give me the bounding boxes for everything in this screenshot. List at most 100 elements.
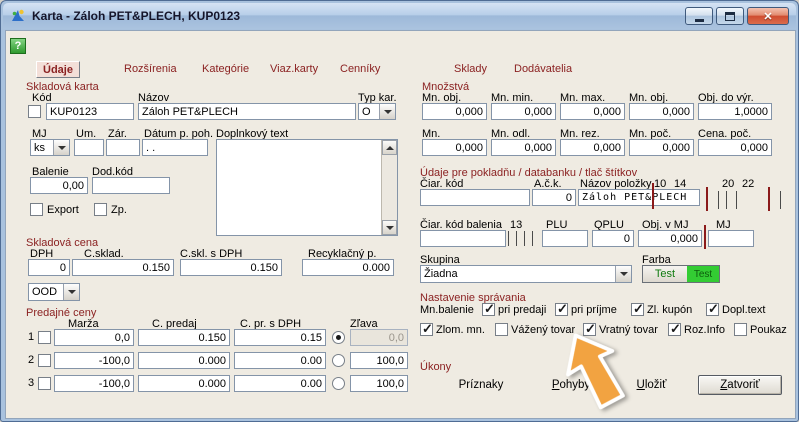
doplnkovy-text-scrollbar[interactable] xyxy=(381,140,397,235)
zlava-field-2[interactable]: 100,0 xyxy=(350,352,408,369)
tab-udaje[interactable]: Údaje xyxy=(36,61,80,78)
qplu-field[interactable]: 0 xyxy=(592,230,634,247)
typ-kar-dropdown-button[interactable] xyxy=(379,104,395,119)
kod-checkbox[interactable] xyxy=(28,105,41,118)
marza-field-2[interactable]: -100,0 xyxy=(54,352,134,369)
zp-checkbox[interactable] xyxy=(94,203,107,216)
obj-v-mj-field[interactable]: 0,000 xyxy=(638,230,702,247)
ood-value: OOD xyxy=(32,286,57,298)
dopl-text-checkbox[interactable] xyxy=(706,303,719,316)
mn-max-field[interactable]: 0,000 xyxy=(560,103,625,120)
price-row-radio[interactable] xyxy=(332,377,345,390)
mn-obj2-field[interactable]: 0,000 xyxy=(629,103,694,120)
barcode-ruler-tick xyxy=(726,191,727,209)
export-checkbox[interactable] xyxy=(30,203,43,216)
pri-prijme-checkbox[interactable] xyxy=(555,303,568,316)
help-button[interactable]: ? xyxy=(10,38,26,54)
barcode-ruler-tick xyxy=(652,183,654,209)
doplnkovy-text-area[interactable] xyxy=(216,139,398,236)
zl-kupon-checkbox[interactable] xyxy=(631,303,644,316)
tab-dodavatelia[interactable]: Dodávatelia xyxy=(508,61,578,78)
mn-field[interactable]: 0,000 xyxy=(422,139,487,156)
mn-poc-field[interactable]: 0,000 xyxy=(629,139,694,156)
price-row-checkbox[interactable] xyxy=(38,354,51,367)
datum-field[interactable]: . . xyxy=(142,139,208,156)
skupina-combo[interactable]: Žiadna xyxy=(420,265,632,283)
minimize-button[interactable] xyxy=(685,7,713,25)
zlom-mn-checkbox[interactable] xyxy=(420,323,433,336)
chevron-down-icon xyxy=(620,272,628,276)
poukaz-label: Poukaz xyxy=(750,324,787,336)
maximize-button[interactable] xyxy=(716,7,744,25)
price-row-checkbox[interactable] xyxy=(38,331,51,344)
mn-odl-field[interactable]: 0,000 xyxy=(491,139,556,156)
marza-field-3[interactable]: -100,0 xyxy=(54,375,134,392)
vazeny-tovar-checkbox[interactable] xyxy=(495,323,508,336)
maximize-icon xyxy=(725,12,735,21)
price-row-radio[interactable] xyxy=(332,354,345,367)
obj-do-vyr-field[interactable]: 1,0000 xyxy=(698,103,772,120)
ood-combo[interactable]: OOD xyxy=(28,283,80,301)
roz-info-label: Roz.Info xyxy=(684,324,725,336)
price-row-checkbox[interactable] xyxy=(38,377,51,390)
price-row-number: 2 xyxy=(28,354,34,366)
client-area: ? Údaje Rozšírenia Kategórie Viaz.karty … xyxy=(5,30,796,419)
c-predaj-field-2[interactable]: 0.000 xyxy=(138,352,230,369)
c-pr-s-dph-field-3[interactable]: 0.00 xyxy=(234,375,326,392)
ciar-kod-balenia-field[interactable] xyxy=(420,230,506,247)
tab-kategorie[interactable]: Kategórie xyxy=(196,61,255,78)
farba-test-button[interactable]: Test Test xyxy=(642,265,720,283)
barcode-ruler-tick xyxy=(516,231,517,246)
kod-field[interactable]: KUP0123 xyxy=(46,103,134,120)
c-sklad-field[interactable]: 0.150 xyxy=(72,259,174,276)
tab-viaz-karty[interactable]: Viaz.karty xyxy=(264,61,324,78)
cena-poc-field[interactable]: 0,000 xyxy=(698,139,772,156)
mj-dropdown-button[interactable] xyxy=(53,140,69,155)
nazov-field[interactable]: Záloh PET&PLECH xyxy=(138,103,356,120)
mj-combo[interactable]: ks xyxy=(30,139,70,156)
titlebar[interactable]: Karta - Záloh PET&PLECH, KUP0123 xyxy=(3,3,796,29)
zar-field[interactable] xyxy=(106,139,140,156)
nazov-polozky-field[interactable]: Záloh PET&PLECH xyxy=(578,189,700,206)
zatvorit-button[interactable]: Zatvoriť xyxy=(698,375,782,395)
zlava-field-3[interactable]: 100,0 xyxy=(350,375,408,392)
mn-obj-field[interactable]: 0,000 xyxy=(422,103,487,120)
tab-cenniky[interactable]: Cenníky xyxy=(334,61,386,78)
balenie-field[interactable]: 0,00 xyxy=(30,177,88,194)
c-predaj-field-3[interactable]: 0.000 xyxy=(138,375,230,392)
c-skl-s-dph-field[interactable]: 0.150 xyxy=(180,259,282,276)
close-button[interactable] xyxy=(747,7,789,25)
ruler-mark-13: 13 xyxy=(510,219,522,231)
dph-field[interactable]: 0 xyxy=(28,259,70,276)
roz-info-checkbox[interactable] xyxy=(668,323,681,336)
zlava-field-1[interactable]: 0,0 xyxy=(350,329,408,346)
farba-test-label: Test xyxy=(643,266,687,282)
priznaky-button[interactable]: Príznaky xyxy=(446,375,516,395)
skupina-dropdown-button[interactable] xyxy=(615,266,631,282)
pri-predaji-checkbox[interactable] xyxy=(482,303,495,316)
ciar-kod-field[interactable] xyxy=(420,189,530,206)
recyklacny-field[interactable]: 0.000 xyxy=(302,259,394,276)
price-row-radio[interactable] xyxy=(332,331,345,344)
c-pr-s-dph-field-1[interactable]: 0.15 xyxy=(234,329,326,346)
dod-kod-field[interactable] xyxy=(92,177,170,194)
plu-field[interactable] xyxy=(542,230,588,247)
typ-kar-combo[interactable]: O xyxy=(358,103,396,120)
ood-dropdown-button[interactable] xyxy=(63,284,79,300)
mn-rez-field[interactable]: 0,000 xyxy=(560,139,625,156)
poukaz-checkbox[interactable] xyxy=(734,323,747,336)
c-predaj-field-1[interactable]: 0.150 xyxy=(138,329,230,346)
scroll-up-button[interactable] xyxy=(382,140,397,155)
ack-field[interactable]: 0 xyxy=(532,189,576,206)
group-title-ukony: Úkony xyxy=(420,361,451,373)
tab-sklady[interactable]: Sklady xyxy=(448,61,493,78)
mn-min-field[interactable]: 0,000 xyxy=(491,103,556,120)
mj2-field[interactable] xyxy=(708,230,754,247)
marza-field-1[interactable]: 0,0 xyxy=(54,329,134,346)
scroll-down-button[interactable] xyxy=(382,220,397,235)
window-karta: Karta - Záloh PET&PLECH, KUP0123 ? Údaje… xyxy=(0,0,799,422)
barcode-ruler-tick xyxy=(768,187,770,211)
um-field[interactable] xyxy=(74,139,104,156)
tab-rozsirenia[interactable]: Rozšírenia xyxy=(118,61,183,78)
c-pr-s-dph-field-2[interactable]: 0.00 xyxy=(234,352,326,369)
